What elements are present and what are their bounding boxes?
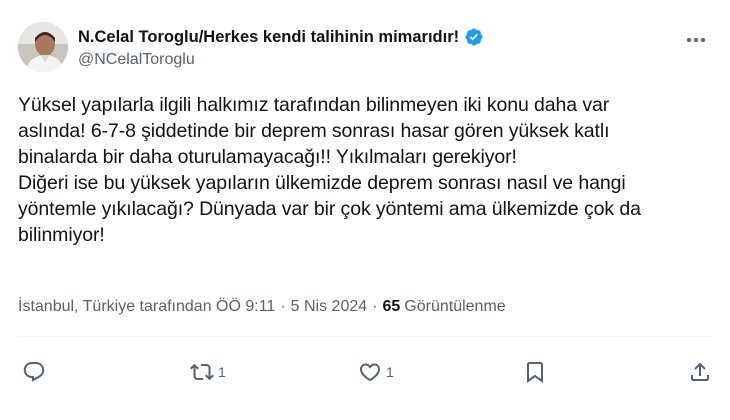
author-handle[interactable]: @NCelalToroglu bbox=[78, 51, 484, 69]
like-count: 1 bbox=[386, 364, 394, 380]
reply-button[interactable] bbox=[22, 360, 50, 384]
views-label: Görüntülenme bbox=[404, 298, 506, 315]
retweet-count: 1 bbox=[218, 364, 226, 380]
action-bar: 1 1 bbox=[18, 360, 712, 388]
avatar[interactable] bbox=[18, 22, 68, 72]
meta-separator: · bbox=[280, 298, 286, 315]
retweet-button[interactable]: 1 bbox=[190, 360, 226, 384]
meta-separator: · bbox=[372, 298, 378, 315]
divider bbox=[18, 336, 712, 337]
heart-icon bbox=[358, 360, 382, 384]
more-dots-icon[interactable] bbox=[682, 30, 710, 50]
retweet-icon bbox=[190, 360, 214, 384]
tweet-header: N.Celal Toroglu/Herkes kendi talihinin m… bbox=[18, 22, 712, 74]
bookmark-button[interactable] bbox=[523, 360, 547, 384]
share-icon bbox=[688, 360, 712, 384]
bookmark-icon bbox=[523, 360, 547, 384]
tweet-date[interactable]: 5 Nis 2024 bbox=[291, 298, 368, 316]
tweet-meta: İstanbul, Türkiye tarafından ÖÖ 9:11 · 5… bbox=[18, 298, 506, 316]
verified-badge-icon bbox=[464, 27, 484, 47]
author-block: N.Celal Toroglu/Herkes kendi talihinin m… bbox=[78, 26, 484, 69]
share-button[interactable] bbox=[688, 360, 712, 384]
author-name[interactable]: N.Celal Toroglu/Herkes kendi talihinin m… bbox=[78, 28, 459, 47]
views-count: 65 bbox=[382, 298, 401, 315]
like-button[interactable]: 1 bbox=[358, 360, 394, 384]
tweet-location-time[interactable]: İstanbul, Türkiye tarafından ÖÖ 9:11 bbox=[18, 298, 275, 316]
tweet-text: Yüksel yapılarla ilgili halkımız tarafın… bbox=[18, 94, 641, 246]
reply-icon bbox=[22, 360, 46, 384]
